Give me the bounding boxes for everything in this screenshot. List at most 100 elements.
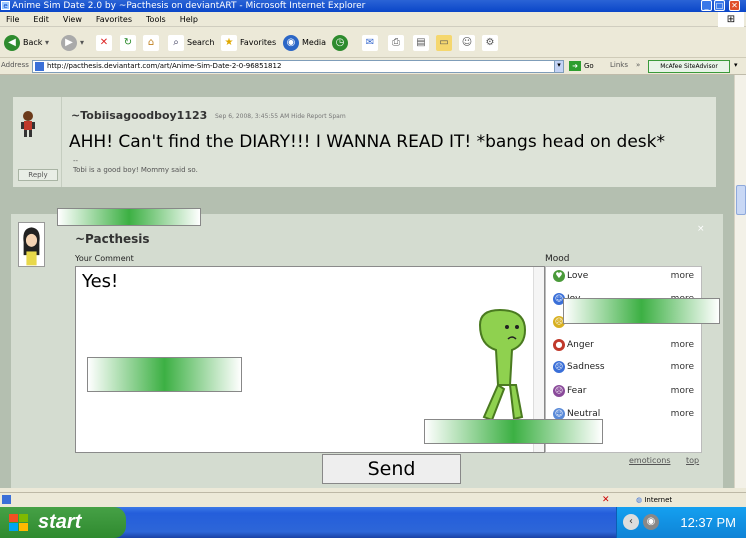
address-url: http://pacthesis.deviantart.com/art/Anim…	[47, 62, 282, 70]
menu-edit[interactable]: Edit	[33, 15, 49, 24]
search-icon[interactable]: ⌕	[168, 35, 184, 51]
comment-username[interactable]: ~Tobiisagoodboy1123	[71, 109, 207, 122]
status-bar: ✕ ◍ Internet	[0, 492, 746, 507]
clock[interactable]: 12:37 PM	[680, 515, 736, 530]
history-icon[interactable]: ◷	[332, 35, 348, 51]
form-close-icon[interactable]: ×	[697, 224, 705, 234]
anger-icon: ●	[553, 338, 565, 351]
form-avatar	[18, 222, 45, 267]
address-bar: Address http://pacthesis.deviantart.com/…	[0, 58, 746, 75]
mood-anger-more[interactable]: more	[671, 337, 694, 353]
tray-expand-icon[interactable]: ‹	[623, 514, 639, 530]
research-icon[interactable]: ⚙	[482, 35, 498, 51]
tray-network-icon[interactable]: ◉	[643, 514, 659, 530]
mood-sadness-more[interactable]: more	[671, 359, 694, 375]
green-character-figure	[478, 308, 527, 422]
reply-button[interactable]: Reply	[18, 169, 58, 181]
title-bar: e Anime Sim Date 2.0 by ~Pacthesis on de…	[0, 0, 746, 12]
highlight-bar	[87, 357, 242, 392]
windows-logo-icon: ⊞	[718, 12, 744, 27]
highlight-bar	[57, 208, 201, 226]
system-tray: ‹ ◉ 12:37 PM	[616, 507, 746, 538]
favorites-button-label[interactable]: Favorites	[240, 36, 276, 50]
address-input[interactable]: http://pacthesis.deviantart.com/art/Anim…	[32, 60, 564, 73]
user-avatar[interactable]	[19, 110, 37, 138]
back-dropdown-icon[interactable]: ▾	[45, 36, 49, 50]
page-status-icon	[2, 495, 11, 504]
minimize-button[interactable]: _	[701, 0, 712, 11]
form-username: ~Pacthesis	[75, 232, 150, 246]
start-button[interactable]: start	[0, 507, 126, 538]
favorites-star-icon[interactable]: ★	[221, 35, 237, 51]
forward-icon[interactable]: ▶	[61, 35, 77, 51]
mood-fear2-label: Fear	[567, 386, 587, 396]
toolbar: ◀ Back ▾ ▶ ▾ ✕ ↻ ⌂ ⌕ Search ★ Favorites …	[0, 28, 746, 58]
globe-icon: ◍	[636, 496, 643, 504]
signature-separator: --	[73, 157, 79, 165]
signature-text: Tobi is a good boy! Mommy said so.	[73, 166, 198, 174]
mood-neutral-more[interactable]: more	[671, 406, 694, 422]
neutral-icon: ☺	[553, 407, 565, 420]
forward-dropdown-icon[interactable]: ▾	[80, 36, 84, 50]
mood-item-sadness[interactable]: ☹ Sadness more	[553, 359, 698, 375]
zone-internet: ◍ Internet	[636, 496, 672, 504]
highlight-bar	[563, 298, 720, 324]
maximize-button[interactable]: □	[714, 0, 725, 11]
window-title: Anime Sim Date 2.0 by ~Pacthesis on devi…	[12, 1, 366, 11]
menu-favorites[interactable]: Favorites	[96, 15, 132, 24]
go-label: Go	[584, 62, 594, 70]
print-icon[interactable]: ⎙	[388, 35, 404, 51]
comment-text: AHH! Can't find the DIARY!!! I WANNA REA…	[69, 132, 665, 152]
love-icon: ♥	[553, 269, 565, 282]
comment-meta: Sep 6, 2008, 3:45:55 AM Hide Report Spam	[215, 113, 346, 120]
close-button[interactable]: ✕	[729, 0, 740, 11]
menu-file[interactable]: File	[6, 15, 19, 24]
ie-icon: e	[1, 1, 10, 10]
links-label[interactable]: Links	[610, 61, 628, 69]
mcafee-dropdown-icon[interactable]: ▾	[734, 61, 738, 69]
fear-face-icon: ☹	[553, 384, 565, 397]
links-chevron-icon[interactable]: »	[636, 61, 640, 69]
stop-icon[interactable]: ✕	[96, 35, 112, 51]
back-icon[interactable]: ◀	[4, 35, 20, 51]
menu-bar: File Edit View Favorites Tools Help	[0, 12, 746, 27]
go-button[interactable]: ➜ Go	[569, 61, 594, 71]
messenger-icon[interactable]: ☺	[459, 35, 475, 51]
menu-view[interactable]: View	[63, 15, 82, 24]
comment-card: Reply ~Tobiisagoodboy1123 Sep 6, 2008, 3…	[13, 97, 716, 187]
discuss-icon[interactable]: ▭	[436, 35, 452, 51]
comment-field-label: Your Comment	[75, 254, 134, 263]
page-scrollbar[interactable]	[734, 75, 746, 488]
scrollbar-thumb[interactable]	[736, 185, 746, 215]
search-button-label[interactable]: Search	[187, 36, 214, 50]
taskbar: start ‹ ◉ 12:37 PM	[0, 507, 746, 538]
back-button-label[interactable]: Back	[23, 36, 42, 50]
popup-blocked-icon[interactable]: ✕	[602, 495, 610, 505]
address-dropdown-icon[interactable]: ▾	[554, 60, 564, 73]
mood-item-love[interactable]: ♥ Love more	[553, 268, 698, 284]
top-link[interactable]: top	[686, 456, 699, 465]
edit-icon[interactable]: ▤	[413, 35, 429, 51]
mcafee-siteadvisor[interactable]: McAfee SiteAdvisor	[648, 60, 730, 73]
refresh-icon[interactable]: ↻	[120, 35, 136, 51]
comment-divider	[61, 97, 62, 187]
send-button[interactable]: Send	[322, 454, 461, 484]
media-icon[interactable]: ◉	[283, 35, 299, 51]
mood-item-fear-2[interactable]: ☹ Fear more	[553, 383, 698, 399]
home-icon[interactable]: ⌂	[143, 35, 159, 51]
mood-sadness-label: Sadness	[567, 362, 605, 372]
menu-tools[interactable]: Tools	[146, 15, 166, 24]
start-label: start	[38, 511, 82, 533]
mood-love-label: Love	[567, 271, 589, 281]
mood-item-anger[interactable]: ● Anger more	[553, 337, 698, 353]
mood-love-more[interactable]: more	[671, 268, 694, 284]
mood-fear2-more[interactable]: more	[671, 383, 694, 399]
mail-icon[interactable]: ✉	[362, 35, 378, 51]
media-button-label[interactable]: Media	[302, 36, 326, 50]
emoticons-link[interactable]: emoticons	[629, 456, 671, 465]
highlight-bar	[424, 419, 603, 444]
menu-help[interactable]: Help	[180, 15, 198, 24]
mood-label: Mood	[545, 254, 570, 264]
address-label: Address	[1, 61, 29, 69]
mood-neutral-label: Neutral	[567, 409, 601, 419]
